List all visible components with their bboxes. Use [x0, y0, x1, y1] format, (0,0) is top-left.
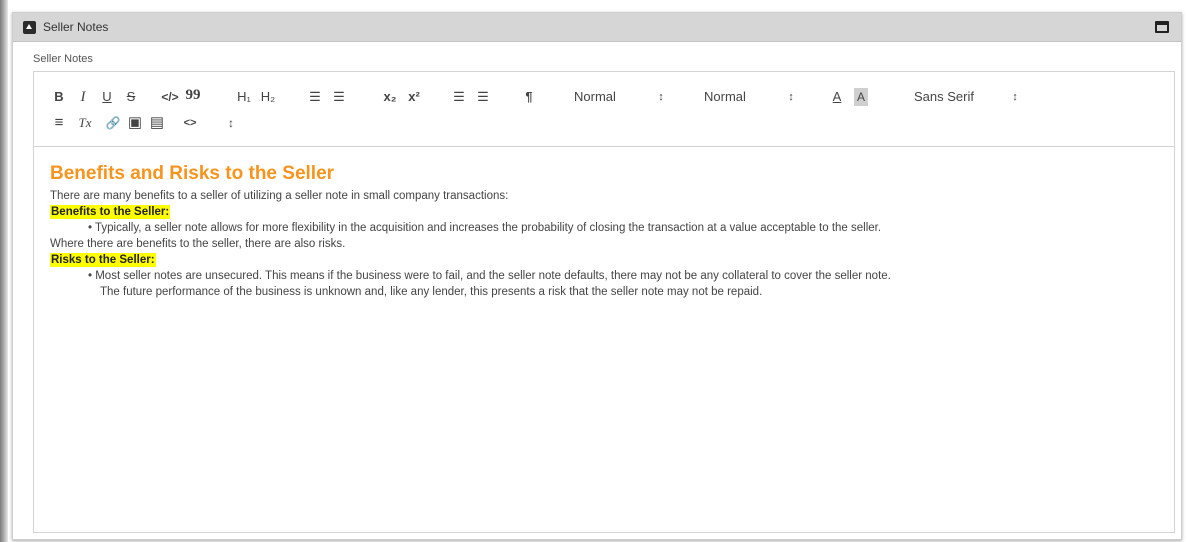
- video-button[interactable]: ▤: [148, 114, 166, 132]
- code-button[interactable]: </>: [160, 88, 180, 106]
- benefit-item: • Typically, a seller note allows for mo…: [88, 222, 882, 234]
- risks-label: Risks to the Seller:: [50, 253, 156, 267]
- rich-text-editor: B I U S </> 99 H₁ H₂ ☰ ☰ x₂ x² ☰ ☰ ¶ Nor…: [33, 71, 1175, 533]
- text-direction-button[interactable]: ¶: [520, 88, 538, 106]
- font-select-arrow-icon[interactable]: ↕: [1010, 88, 1020, 106]
- panel-header: Seller Notes: [13, 13, 1181, 42]
- editor-content[interactable]: Benefits and Risks to the Seller There a…: [50, 162, 1158, 300]
- collapse-icon[interactable]: [23, 21, 36, 34]
- image-button[interactable]: ▣: [126, 114, 144, 132]
- clean-format-button[interactable]: Tx: [76, 114, 94, 132]
- font-select[interactable]: Sans Serif: [914, 88, 1004, 106]
- field-label: Seller Notes: [33, 53, 93, 65]
- indent-increase-button[interactable]: ☰: [474, 88, 492, 106]
- seller-notes-panel: Seller Notes Seller Notes B I U S </> 99…: [12, 12, 1182, 540]
- transition-paragraph: Where there are benefits to the seller, …: [50, 238, 346, 250]
- underline-button[interactable]: U: [100, 88, 114, 106]
- font-color-button[interactable]: A: [830, 88, 844, 106]
- intro-paragraph: There are many benefits to a seller of u…: [50, 190, 509, 202]
- blockquote-button[interactable]: 99: [184, 86, 202, 104]
- maximize-icon[interactable]: [1155, 21, 1169, 33]
- header-select-arrow-icon[interactable]: ↕: [656, 88, 666, 106]
- h2-button[interactable]: H₂: [258, 88, 278, 106]
- indent-decrease-button[interactable]: ☰: [450, 88, 468, 106]
- risk-item: • Most seller notes are unsecured. This …: [88, 270, 891, 282]
- bullet-list-button[interactable]: ☰: [330, 88, 348, 106]
- italic-button[interactable]: I: [76, 88, 90, 106]
- header-select[interactable]: Normal: [574, 88, 644, 106]
- benefits-label: Benefits to the Seller:: [50, 205, 171, 219]
- code-block-button[interactable]: <>: [180, 114, 200, 132]
- h1-button[interactable]: H₁: [234, 88, 254, 106]
- link-button[interactable]: 🔗: [104, 114, 122, 132]
- subscript-button[interactable]: x₂: [380, 88, 400, 106]
- align-button[interactable]: ≡: [52, 114, 66, 132]
- risk-item-continuation: The future performance of the business i…: [100, 286, 763, 298]
- background-color-button[interactable]: A: [854, 88, 868, 106]
- panel-title: Seller Notes: [43, 20, 109, 34]
- window-edge: [0, 0, 8, 542]
- bold-button[interactable]: B: [52, 88, 66, 106]
- editor-toolbar: B I U S </> 99 H₁ H₂ ☰ ☰ x₂ x² ☰ ☰ ¶ Nor…: [34, 72, 1174, 147]
- size-select-arrow-icon[interactable]: ↕: [786, 88, 796, 106]
- ordered-list-button[interactable]: ☰: [306, 88, 324, 106]
- content-heading: Benefits and Risks to the Seller: [50, 163, 335, 184]
- extra-select-icon[interactable]: ↕: [224, 114, 238, 132]
- strike-button[interactable]: S: [124, 88, 138, 106]
- size-select[interactable]: Normal: [704, 88, 774, 106]
- superscript-button[interactable]: x²: [404, 88, 424, 106]
